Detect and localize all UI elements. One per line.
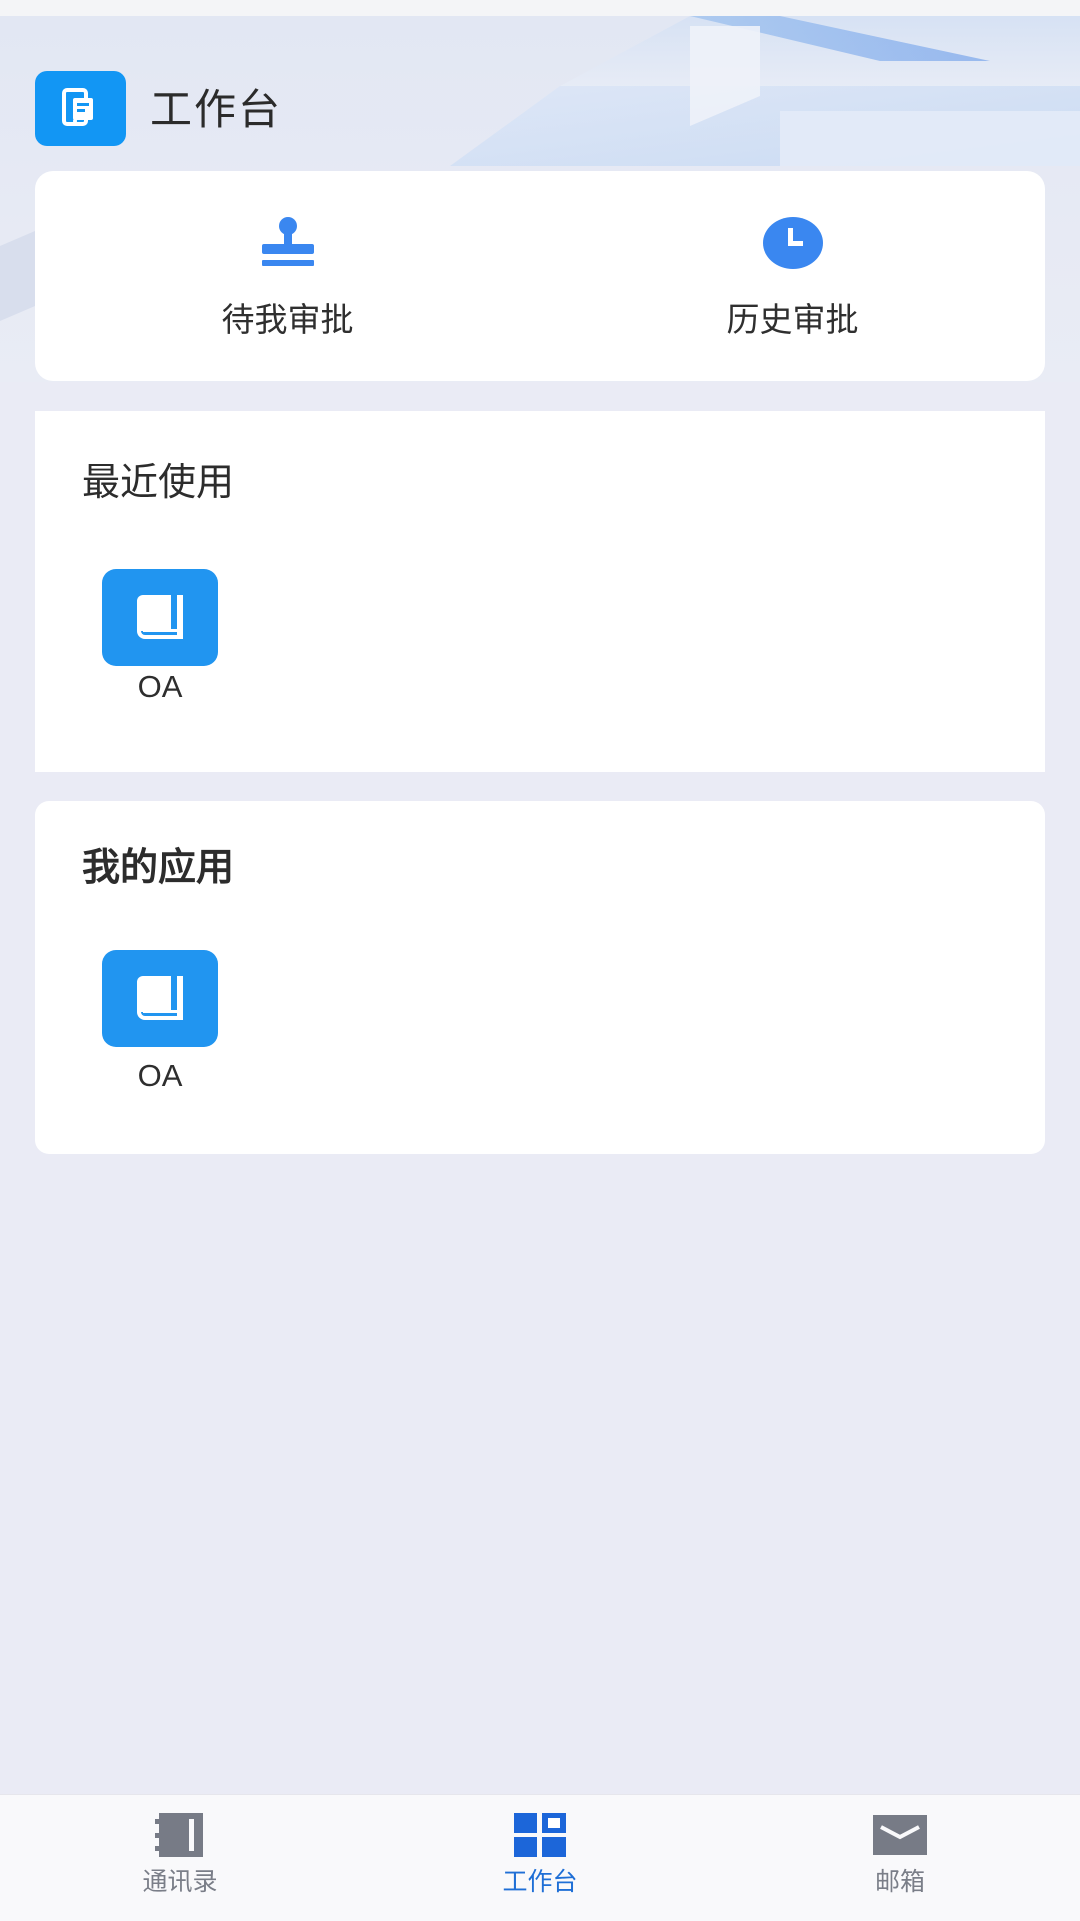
approval-card: 待我审批 历史审批 (35, 171, 1045, 381)
pending-approval-button[interactable]: 待我审批 (35, 171, 540, 381)
tab-mail[interactable]: 邮箱 (720, 1795, 1080, 1921)
pending-approval-label: 待我审批 (221, 300, 354, 339)
bottom-tab-bar: 通讯录 工作台 邮箱 (0, 1794, 1080, 1921)
recent-app-oa-label: OA (137, 669, 183, 704)
page-title: 工作台 (150, 85, 283, 134)
my-apps-section: 我的应用 OA (35, 801, 1045, 1154)
stamp-icon (256, 213, 320, 273)
history-approval-label: 历史审批 (726, 300, 859, 339)
mobile-office-icon (61, 87, 93, 126)
tab-contacts-label: 通讯录 (142, 1867, 218, 1896)
book-icon (102, 950, 218, 1047)
my-apps-section-title: 我的应用 (82, 845, 235, 889)
workbench-grid-icon (510, 1811, 570, 1859)
app-logo (35, 71, 126, 146)
history-approval-button[interactable]: 历史审批 (540, 171, 1045, 381)
recent-app-oa[interactable]: OA (68, 569, 218, 709)
tab-contacts[interactable]: 通讯录 (0, 1795, 360, 1921)
book-icon (102, 569, 218, 666)
mail-icon (870, 1811, 930, 1859)
tab-mail-label: 邮箱 (874, 1867, 925, 1896)
tab-workbench-label: 工作台 (502, 1867, 578, 1896)
contacts-book-icon (150, 1811, 210, 1859)
my-app-oa-label: OA (137, 1058, 183, 1093)
tab-workbench[interactable]: 工作台 (360, 1795, 720, 1921)
recent-section-title: 最近使用 (82, 460, 235, 504)
my-app-oa[interactable]: OA (68, 950, 218, 1100)
recent-section: 最近使用 OA (35, 411, 1045, 772)
status-bar-strip (0, 0, 1080, 16)
clock-icon (761, 213, 825, 273)
